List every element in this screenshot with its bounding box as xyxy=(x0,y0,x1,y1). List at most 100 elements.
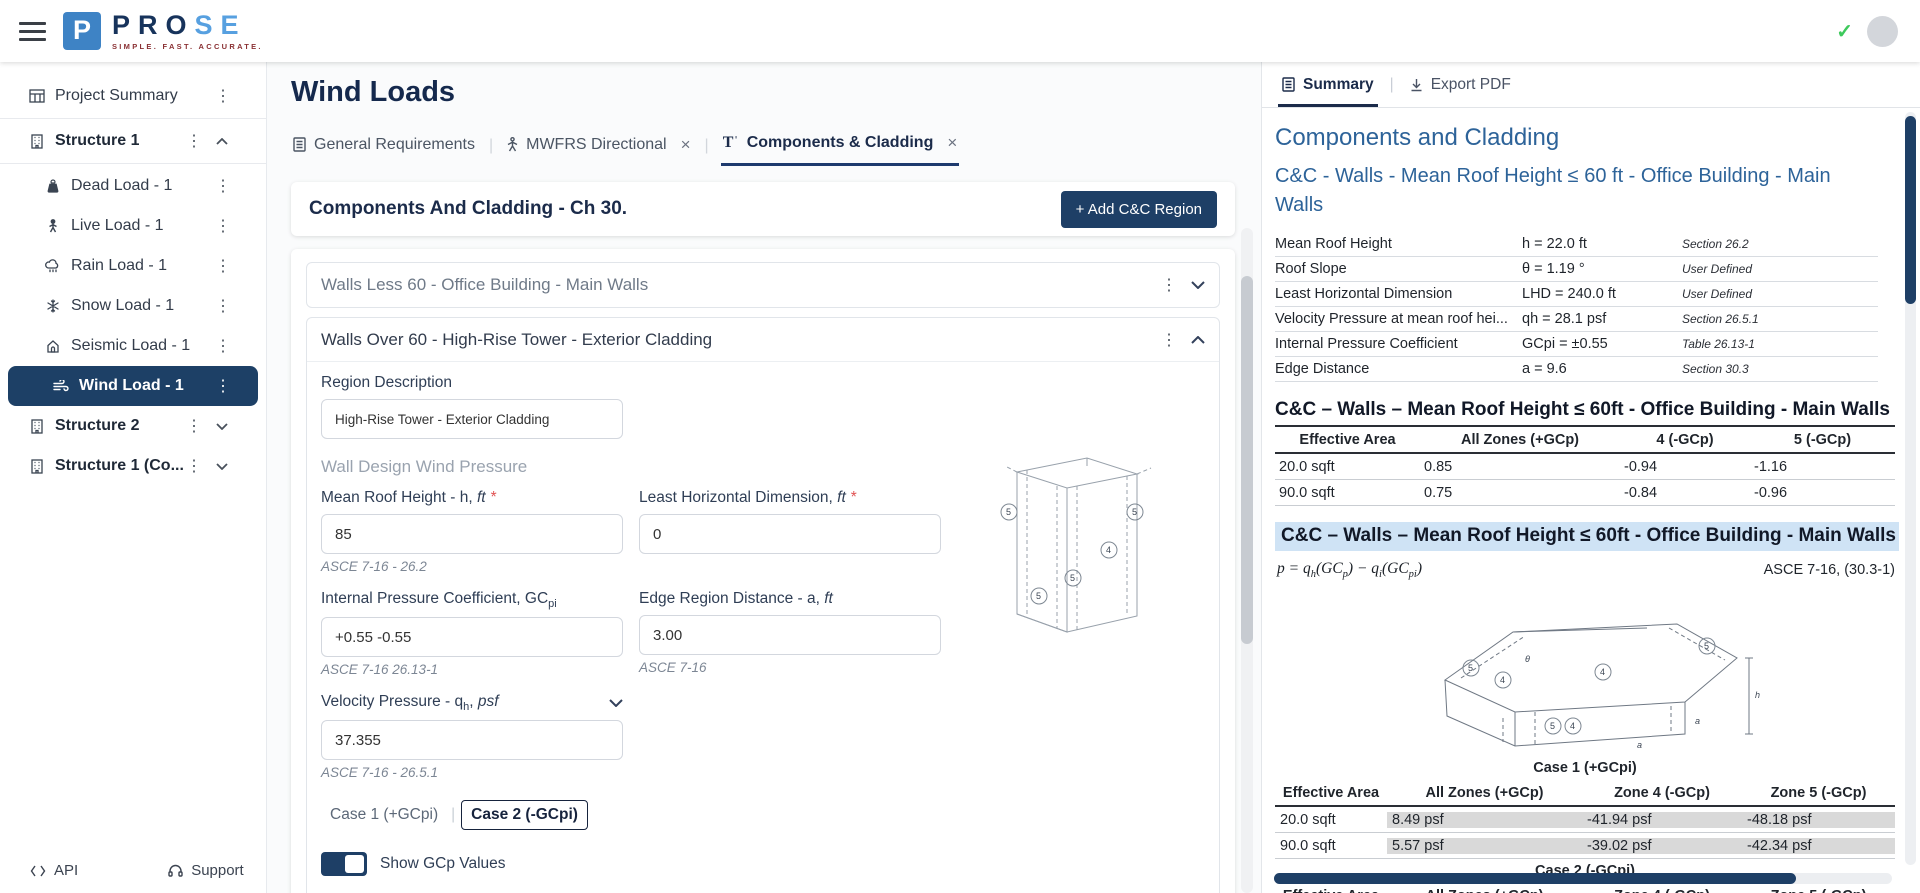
user-avatar[interactable] xyxy=(1867,15,1898,47)
export-pdf-button[interactable]: Export PDF xyxy=(1406,62,1515,107)
sidebar-item-label: Structure 2 xyxy=(55,417,140,434)
sidebar-item-rain-load-1[interactable]: Rain Load - 1 ⋮ xyxy=(0,246,266,286)
region-description-input[interactable] xyxy=(321,399,623,439)
kebab-menu-icon[interactable]: ⋮ xyxy=(214,296,232,316)
sidebar-item-structure-2[interactable]: Structure 2 ⋮ xyxy=(0,406,266,446)
document-icon xyxy=(293,137,306,152)
sidebar-item-seismic-load-1[interactable]: Seismic Load - 1 ⋮ xyxy=(0,326,266,366)
table-header-row: Effective AreaAll Zones (+GCp)Zone 4 (-G… xyxy=(1275,780,1895,808)
parameter-reference: User Defined xyxy=(1682,287,1753,301)
internal-pressure-coefficient-input[interactable] xyxy=(321,617,623,658)
sidebar-item-wind-load-1[interactable]: Wind Load - 1 ⋮ xyxy=(8,366,258,406)
parameter-value: a = 9.6 xyxy=(1522,361,1567,377)
rain-cloud-icon xyxy=(44,258,61,275)
sidebar-item-label: Live Load - 1 xyxy=(71,217,164,234)
grid-table-icon xyxy=(28,88,45,105)
svg-text:a: a xyxy=(1695,716,1700,726)
kebab-menu-icon[interactable]: ⋮ xyxy=(214,336,232,356)
kebab-menu-icon[interactable]: ⋮ xyxy=(1161,330,1177,350)
parameter-row: Least Horizontal Dimension LHD = 240.0 ft… xyxy=(1275,282,1878,307)
sidebar-item-project-summary[interactable]: Project Summary ⋮ xyxy=(0,76,266,116)
tab-general-requirements[interactable]: General Requirements xyxy=(291,128,477,164)
kebab-menu-icon[interactable]: ⋮ xyxy=(185,131,203,151)
parameter-reference: Section 26.5.1 xyxy=(1682,312,1759,326)
chevron-down-icon[interactable] xyxy=(216,462,228,470)
show-gcp-toggle[interactable] xyxy=(321,852,367,877)
svg-text:θ: θ xyxy=(1525,654,1530,664)
tab-label: General Requirements xyxy=(314,135,475,153)
region-description-label: Region Description xyxy=(321,374,452,391)
close-icon[interactable]: × xyxy=(681,135,691,155)
sidebar-item-label: Structure 1 xyxy=(55,132,140,149)
kebab-menu-icon[interactable]: ⋮ xyxy=(185,416,203,436)
sidebar-item-structure-1-co[interactable]: Structure 1 (Co... ⋮ xyxy=(0,446,266,486)
edge-region-distance-label: Edge Region Distance - a, ft xyxy=(639,590,833,607)
chevron-up-icon[interactable] xyxy=(1191,335,1205,344)
logo-wordmark: PROSE xyxy=(112,9,247,40)
building-icon xyxy=(28,133,45,150)
field-velocity-pressure: Velocity Pressure - qh, psf ASCE 7-16 - 2… xyxy=(321,693,623,780)
kebab-menu-icon[interactable]: ⋮ xyxy=(214,176,232,196)
kebab-menu-icon[interactable]: ⋮ xyxy=(214,216,232,236)
add-cc-region-button[interactable]: + Add C&C Region xyxy=(1060,190,1217,228)
tab-components-cladding[interactable]: Tˈ Components & Cladding × xyxy=(720,125,960,166)
chevron-down-icon[interactable] xyxy=(1191,281,1205,289)
gcp-section-title-row: C&C – Walls – Mean Roof Height ≤ 60ft - … xyxy=(1275,399,1895,427)
parameter-row: Mean Roof Height h = 22.0 ft Section 26.2 xyxy=(1275,232,1878,257)
kebab-menu-icon[interactable]: ⋮ xyxy=(214,376,232,396)
accordion-walls-less-60[interactable]: Walls Less 60 - Office Building - Main W… xyxy=(306,262,1220,308)
chevron-down-icon[interactable] xyxy=(609,699,623,708)
table-row: 20.0 sqft 0.85 -0.94 -1.16 xyxy=(1275,454,1895,480)
sidebar-item-label: Dead Load - 1 xyxy=(71,177,173,194)
api-link[interactable]: API xyxy=(30,862,78,879)
case-tab-2[interactable]: Case 2 (-GCpi) xyxy=(461,800,588,831)
parameter-value: qh = 28.1 psf xyxy=(1522,311,1607,327)
summary-hscrollbar-thumb[interactable] xyxy=(1274,873,1796,884)
parameter-reference: Table 26.13-1 xyxy=(1682,337,1755,351)
velocity-pressure-input[interactable] xyxy=(321,720,623,761)
chevron-up-icon[interactable] xyxy=(216,137,228,145)
summary-subheading: C&C - Walls - Mean Roof Height ≤ 60 ft -… xyxy=(1275,165,1831,216)
chevron-down-icon[interactable] xyxy=(216,422,228,430)
case-tab-1[interactable]: Case 1 (+GCpi) xyxy=(323,801,445,829)
show-gcp-toggle-label: Show GCp Values xyxy=(380,855,506,873)
field-edge-region-distance: Edge Region Distance - a, ft ASCE 7-16 xyxy=(639,590,941,677)
parameter-label: Least Horizontal Dimension xyxy=(1275,286,1453,302)
hamburger-menu-icon[interactable] xyxy=(19,21,46,41)
close-icon[interactable]: × xyxy=(947,133,957,153)
kebab-menu-icon[interactable]: ⋮ xyxy=(214,86,232,106)
velocity-pressure-reference: ASCE 7-16 - 26.5.1 xyxy=(321,765,439,781)
design-pressure-formula: p = qh(GCp) − qi(GCpi) xyxy=(1277,560,1423,581)
kebab-menu-icon[interactable]: ⋮ xyxy=(214,256,232,276)
accordion-title: Walls Less 60 - Office Building - Main W… xyxy=(321,275,649,294)
main-scrollbar-track[interactable] xyxy=(1241,228,1253,893)
case-tabs: Case 1 (+GCpi) | Case 2 (-GCpi) xyxy=(323,800,1205,831)
tab-summary[interactable]: Summary xyxy=(1278,62,1378,107)
sidebar-item-dead-load-1[interactable]: Dead Load - 1 ⋮ xyxy=(0,166,266,206)
tab-mwfrs-directional[interactable]: MWFRS Directional × xyxy=(505,127,692,165)
main-scrollbar-thumb[interactable] xyxy=(1241,276,1253,644)
sidebar-item-snow-load-1[interactable]: Snow Load - 1 ⋮ xyxy=(0,286,266,326)
support-link[interactable]: Support xyxy=(168,862,244,879)
gcp-values-table: Effective Area All Zones (+GCp) 4 (-GCp) 5 … xyxy=(1275,427,1895,506)
svg-text:5: 5 xyxy=(1070,573,1075,583)
summary-heading: Components and Cladding xyxy=(1275,124,1560,151)
kebab-menu-icon[interactable]: ⋮ xyxy=(1161,275,1177,295)
sidebar-item-structure-1[interactable]: Structure 1 ⋮ xyxy=(0,121,266,161)
edge-region-distance-input[interactable] xyxy=(639,615,941,655)
least-horizontal-dimension-input[interactable] xyxy=(639,514,941,554)
summary-vscrollbar-thumb[interactable] xyxy=(1905,116,1916,304)
parameter-label: Mean Roof Height xyxy=(1275,236,1392,252)
wind-icon xyxy=(52,378,69,395)
cc-roof-zones-diagram: 5 4 4 5 5 4 θ h a a xyxy=(1275,584,1894,756)
parameter-reference: Section 30.3 xyxy=(1682,362,1749,376)
mean-roof-height-input[interactable] xyxy=(321,514,623,554)
table-row: 90.0 sqft 5.57 psf -39.02 psf -42.34 psf xyxy=(1275,833,1895,860)
parameter-value: LHD = 240.0 ft xyxy=(1522,286,1616,302)
sidebar-item-live-load-1[interactable]: Live Load - 1 ⋮ xyxy=(0,206,266,246)
field-mean-roof-height: Mean Roof Height - h, ft* ASCE 7-16 - 26.… xyxy=(321,489,623,574)
parameter-reference: Section 26.2 xyxy=(1682,237,1749,251)
accordion-walls-over-60[interactable]: Walls Over 60 - High-Rise Tower - Exteri… xyxy=(306,317,1220,893)
svg-text:4: 4 xyxy=(1600,667,1605,677)
kebab-menu-icon[interactable]: ⋮ xyxy=(185,456,203,476)
